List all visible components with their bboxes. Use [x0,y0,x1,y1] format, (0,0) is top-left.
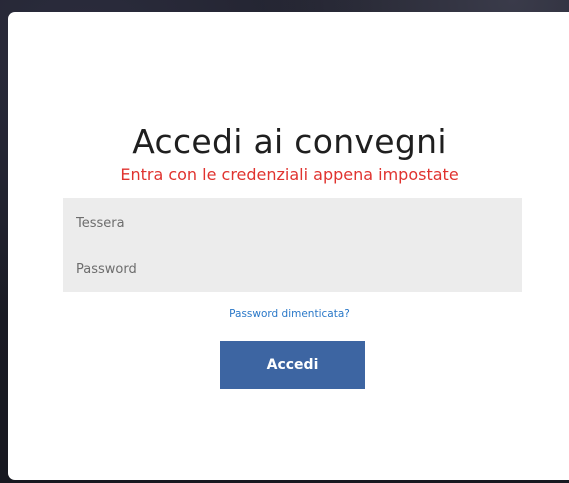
forgot-password-link[interactable]: Password dimenticata? [8,308,569,320]
login-subtitle: Entra con le credenziali appena impostat… [120,165,459,184]
tessera-input[interactable] [63,202,522,244]
page-title: Accedi ai convegni [132,122,447,161]
login-button[interactable]: Accedi [220,341,365,389]
credentials-group [63,198,522,292]
password-input[interactable] [63,248,522,290]
login-card: Accedi ai convegni Entra con le credenzi… [8,12,569,480]
